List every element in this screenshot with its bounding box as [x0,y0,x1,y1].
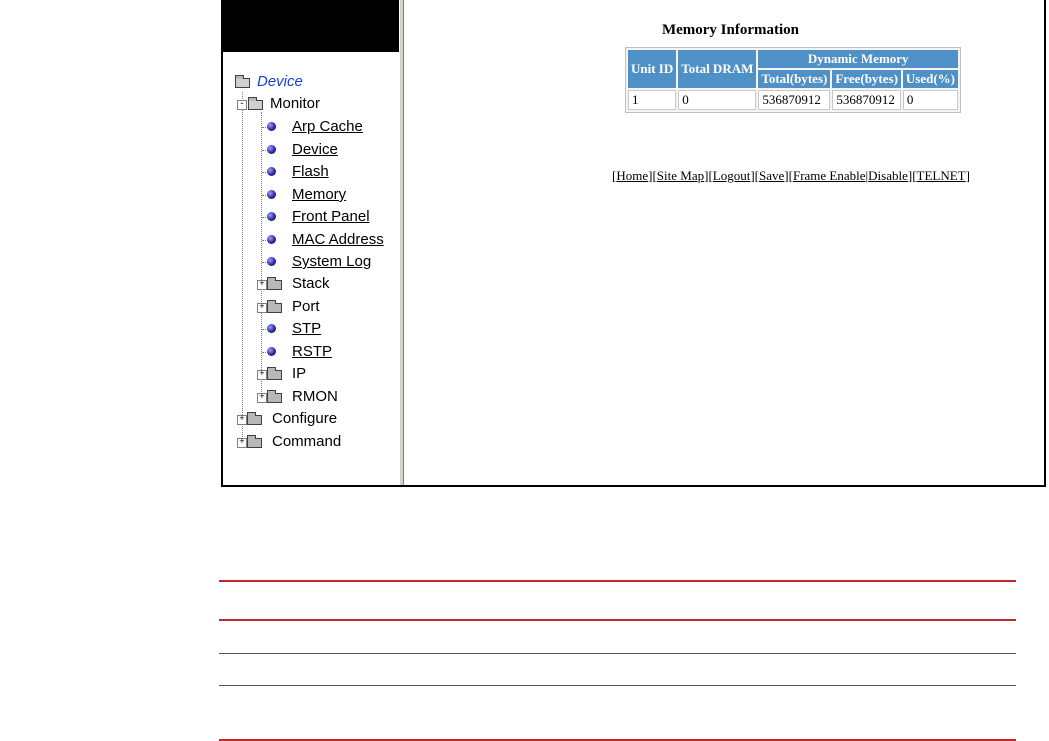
column-header: Unit ID [628,50,677,88]
table-rule [219,685,1016,686]
tree-label: Device [257,73,303,90]
tree-label: IP [292,365,307,382]
tree-link[interactable]: STP [292,319,321,339]
frame-disable-link[interactable]: Disable [868,168,908,183]
tree-label: Stack [292,275,330,292]
expand-icon[interactable]: + [257,370,267,380]
bullet-icon [267,212,276,221]
table-cell: 536870912 [832,90,901,110]
tree-label: Configure [272,410,338,427]
bullet-icon [267,257,276,266]
table-rule [219,653,1016,654]
open-folder-icon [248,97,263,110]
folder-icon [267,300,282,313]
folder-icon [267,390,282,403]
tree-label: RMON [292,388,338,405]
table-cell: 0 [902,90,959,110]
expand-icon[interactable]: + [257,303,267,313]
tree-link[interactable]: Memory [292,185,346,205]
tree-line [242,92,243,443]
expand-icon[interactable]: + [257,280,267,290]
expand-icon[interactable]: + [257,393,267,403]
save-link[interactable]: Save [759,168,784,183]
tree-line [261,112,262,398]
tree-link[interactable]: Front Panel [292,207,370,227]
tree-link[interactable]: Flash [292,162,329,182]
table-cell: 536870912 [758,90,831,110]
page-title: Memory Information [661,22,800,38]
bullet-icon [267,190,276,199]
bullet-icon [267,167,276,176]
table-header-row: Unit ID Total DRAM Dynamic Memory [628,50,959,88]
column-header: Total DRAM [678,50,757,88]
table-cell: 1 [628,90,677,110]
nav-links: [Home][Site Map][Logout][Save][Frame Ena… [612,168,970,183]
column-header: Used(%) [902,70,959,88]
tree-link[interactable]: RSTP [292,342,332,362]
tree-label: Command [272,433,342,450]
tree-link[interactable]: Arp Cache [292,117,363,137]
content-pane: Memory Information Unit ID Total DRAM Dy… [404,0,1044,485]
folder-icon [247,435,262,448]
tree-link[interactable]: MAC Address [292,230,384,250]
frame-enable-link[interactable]: Frame Enable [793,168,866,183]
tree-link[interactable]: Device [292,140,338,160]
table-rule [219,580,1016,582]
folder-icon [267,277,282,290]
table-row: 1 0 536870912 536870912 0 [628,90,959,110]
expand-icon[interactable]: + [237,415,247,425]
home-link[interactable]: Home [616,168,648,183]
navigation-tree-pane: Device - Monitor Arp Cache Device Flash … [223,0,400,485]
tree-label: Monitor [270,95,321,112]
column-group-header: Dynamic Memory [758,50,959,68]
collapse-icon[interactable]: - [237,100,247,110]
memory-table: Unit ID Total DRAM Dynamic Memory Total(… [625,47,962,113]
logout-link[interactable]: Logout [713,168,751,183]
column-header: Total(bytes) [758,70,831,88]
bullet-icon [267,324,276,333]
bullet-icon [267,122,276,131]
expand-icon[interactable]: + [237,438,247,448]
site-map-link[interactable]: Site Map [657,168,704,183]
logo-bar [223,0,399,52]
column-header: Free(bytes) [832,70,901,88]
bullet-icon [267,145,276,154]
open-folder-icon [235,75,250,88]
browser-frame: Device - Monitor Arp Cache Device Flash … [221,0,1046,487]
tree-label: Port [292,298,320,315]
telnet-link[interactable]: TELNET [917,168,966,183]
tree-link[interactable]: System Log [292,252,371,272]
table-cell: 0 [678,90,757,110]
folder-icon [247,412,262,425]
bullet-icon [267,235,276,244]
bullet-icon [267,347,276,356]
table-rule [219,619,1016,621]
folder-icon [267,367,282,380]
